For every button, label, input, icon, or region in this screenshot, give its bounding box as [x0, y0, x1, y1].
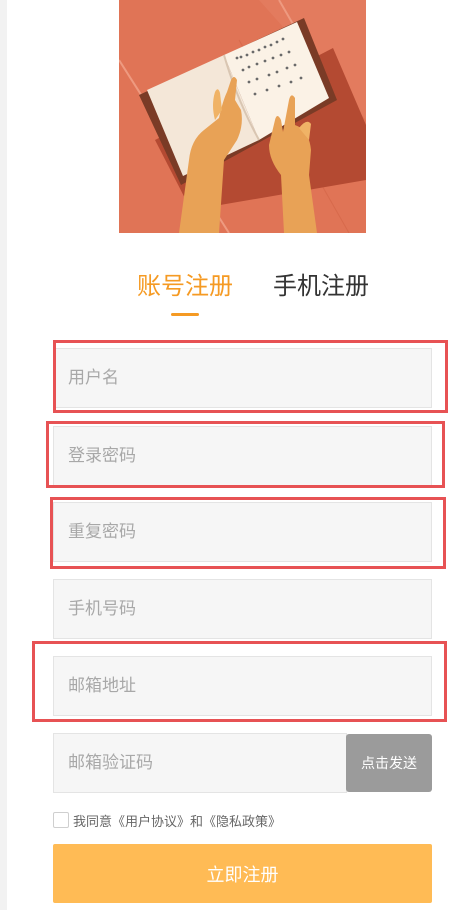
email-field: [53, 656, 432, 716]
tab-phone-registration[interactable]: 手机注册: [273, 266, 369, 306]
active-tab-indicator: [171, 313, 199, 316]
tab-account-registration[interactable]: 账号注册: [137, 266, 233, 306]
agreement-text[interactable]: 我同意《用户协议》和《隐私政策》: [73, 811, 281, 830]
email-code-input[interactable]: [54, 734, 346, 792]
left-edge-strip: [0, 0, 7, 910]
username-input[interactable]: [54, 349, 431, 407]
email-input[interactable]: [54, 657, 431, 715]
phone-field: [53, 579, 432, 639]
send-code-button[interactable]: 点击发送: [346, 734, 432, 792]
password-field: [53, 426, 432, 486]
phone-input[interactable]: [54, 580, 431, 638]
register-button[interactable]: 立即注册: [53, 844, 432, 903]
agreement-checkbox[interactable]: [53, 812, 69, 828]
agreement-row: 我同意《用户协议》和《隐私政策》: [53, 810, 281, 830]
confirm-password-input[interactable]: [54, 503, 431, 561]
braille-book-illustration: [119, 0, 366, 233]
password-input[interactable]: [54, 427, 431, 485]
username-field: [53, 348, 432, 408]
email-code-field: [53, 733, 347, 793]
registration-tabs: 账号注册 手机注册: [0, 266, 476, 326]
confirm-password-field: [53, 502, 432, 562]
